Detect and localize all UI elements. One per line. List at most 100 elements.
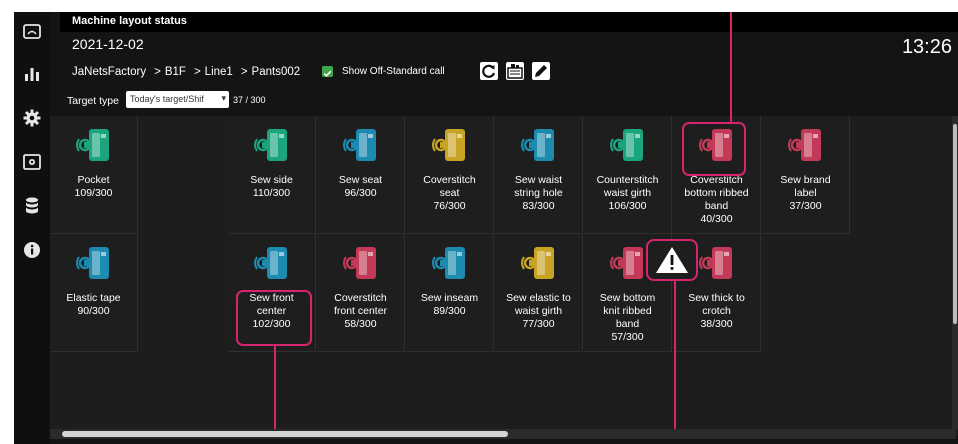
callout-line xyxy=(674,281,676,436)
info-icon[interactable] xyxy=(22,240,42,260)
breadcrumb-separator: > xyxy=(193,66,201,78)
database-icon[interactable] xyxy=(22,196,42,216)
sewing-machine-icon xyxy=(76,247,109,279)
show-off-standard-checkbox[interactable] xyxy=(322,66,333,77)
title-bar xyxy=(60,12,958,32)
breadcrumb-separator: > xyxy=(154,66,161,78)
target-type-label: Target type xyxy=(67,95,119,107)
machine-label: Counterstitch waist girth 106/300 xyxy=(586,174,669,213)
machine-card[interactable]: Sew brand label 37/300 xyxy=(762,116,850,234)
monitor-icon[interactable] xyxy=(22,22,42,42)
chevron-down-icon: ▾ xyxy=(221,93,226,103)
sewing-machine-icon xyxy=(76,129,109,161)
process-name-line: crotch xyxy=(702,305,731,317)
machine-label: Sew bottom knit ribbed band 57/300 xyxy=(586,292,669,344)
production-count: 58/300 xyxy=(344,318,377,330)
edit-button[interactable] xyxy=(532,62,550,80)
process-name-line: knit ribbed xyxy=(603,305,652,317)
scrollbar-thumb[interactable] xyxy=(953,124,957,324)
process-name-line: Coverstitch xyxy=(334,292,387,304)
process-name-line: Sew seat xyxy=(338,174,383,186)
warning-badge[interactable] xyxy=(646,239,698,281)
breadcrumb-factory[interactable]: JaNetsFactory xyxy=(72,66,146,78)
process-name-line: waist girth xyxy=(514,305,563,317)
machine-layout-icon xyxy=(507,64,523,79)
machine-label: Sew thick to crotch 38/300 xyxy=(675,292,758,331)
machine-card[interactable]: Counterstitch waist girth 106/300 xyxy=(584,116,672,234)
sewing-machine-icon xyxy=(254,247,287,279)
refresh-button[interactable] xyxy=(480,62,498,80)
production-count: 109/300 xyxy=(74,187,113,199)
target-count: 37 / 300 xyxy=(233,95,266,105)
machine-label: Elastic tape 90/300 xyxy=(52,292,135,318)
process-name-line: Sew waist xyxy=(514,174,563,186)
process-name-line: Sew side xyxy=(250,174,293,186)
machine-card[interactable]: Sew waist string hole 83/300 xyxy=(495,116,583,234)
bar-chart-icon[interactable] xyxy=(22,64,42,84)
refresh-icon xyxy=(482,64,496,78)
date-display: 2021-12-02 xyxy=(72,36,144,52)
machine-layout-screen: Machine layout status 2021-12-02 13:26 J… xyxy=(14,12,958,444)
sidebar xyxy=(14,12,50,444)
machine-card[interactable]: Sew elastic to waist girth 77/300 xyxy=(495,234,583,352)
horizontal-scrollbar[interactable] xyxy=(50,429,956,439)
machine-label: Sew inseam 89/300 xyxy=(408,292,491,318)
process-name-line: label xyxy=(794,187,817,199)
machine-label: Sew brand label 37/300 xyxy=(764,174,847,213)
machine-label: Sew elastic to waist girth 77/300 xyxy=(497,292,580,331)
layout-edit-button[interactable] xyxy=(506,62,524,80)
production-count: 83/300 xyxy=(522,200,555,212)
sewing-machine-icon xyxy=(610,247,643,279)
machine-card[interactable]: Sew seat 96/300 xyxy=(317,116,405,234)
sewing-machine-icon xyxy=(699,247,732,279)
process-name-line: string hole xyxy=(514,187,563,199)
production-count: 77/300 xyxy=(522,318,555,330)
machine-grid: Pocket 109/300 Sew side 110/300 Sew seat… xyxy=(50,12,958,436)
process-name-line: Sew bottom xyxy=(599,292,656,304)
production-count: 37/300 xyxy=(789,200,822,212)
target-type-select[interactable]: Today's target/Shif ▾ xyxy=(126,91,229,108)
highlight-frame xyxy=(236,290,312,346)
scrollbar-thumb[interactable] xyxy=(62,431,508,437)
machine-label: Pocket 109/300 xyxy=(52,174,135,200)
process-name-line: bottom ribbed xyxy=(684,187,749,199)
pencil-icon xyxy=(535,65,547,77)
machine-card[interactable]: Sew inseam 89/300 xyxy=(406,234,494,352)
callout-line xyxy=(730,12,732,122)
process-name-line: Sew brand xyxy=(780,174,831,186)
screen-settings-icon[interactable] xyxy=(22,152,42,172)
target-type-value: Today's target/Shif xyxy=(130,94,204,104)
sewing-machine-icon xyxy=(610,129,643,161)
process-name-line: seat xyxy=(439,187,460,199)
sewing-machine-icon xyxy=(343,129,376,161)
machine-card[interactable]: Elastic tape 90/300 xyxy=(50,234,138,352)
machine-label: Coverstitch seat 76/300 xyxy=(408,174,491,213)
sewing-machine-icon xyxy=(432,247,465,279)
process-name-line: Sew elastic to xyxy=(506,292,571,304)
production-count: 90/300 xyxy=(77,305,110,317)
gear-icon[interactable] xyxy=(22,108,42,128)
machine-label: Sew side 110/300 xyxy=(230,174,313,200)
machine-card[interactable]: Pocket 109/300 xyxy=(50,116,138,234)
process-name-line: band xyxy=(704,200,729,212)
sewing-machine-icon xyxy=(343,247,376,279)
vertical-scrollbar[interactable] xyxy=(952,116,958,429)
breadcrumb: JaNetsFactory > B1F > Line1 > Pants002 xyxy=(72,66,304,78)
breadcrumb-line[interactable]: Line1 xyxy=(205,66,233,78)
production-count: 106/300 xyxy=(608,200,647,212)
highlight-frame xyxy=(682,122,746,176)
sewing-machine-icon xyxy=(521,247,554,279)
page-title: Machine layout status xyxy=(72,15,187,27)
machine-card[interactable]: Coverstitch seat 76/300 xyxy=(406,116,494,234)
machine-card[interactable]: Coverstitch front center 58/300 xyxy=(317,234,405,352)
breadcrumb-separator: > xyxy=(240,66,248,78)
process-name-line: Sew thick to xyxy=(688,292,745,304)
machine-label: Sew seat 96/300 xyxy=(319,174,402,200)
breadcrumb-product[interactable]: Pants002 xyxy=(252,66,301,78)
production-count: 40/300 xyxy=(700,213,733,225)
breadcrumb-floor[interactable]: B1F xyxy=(165,66,186,78)
machine-card[interactable]: Sew side 110/300 xyxy=(228,116,316,234)
process-name-line: Sew inseam xyxy=(420,292,479,304)
production-count: 96/300 xyxy=(344,187,377,199)
process-name-line: front center xyxy=(333,305,388,317)
